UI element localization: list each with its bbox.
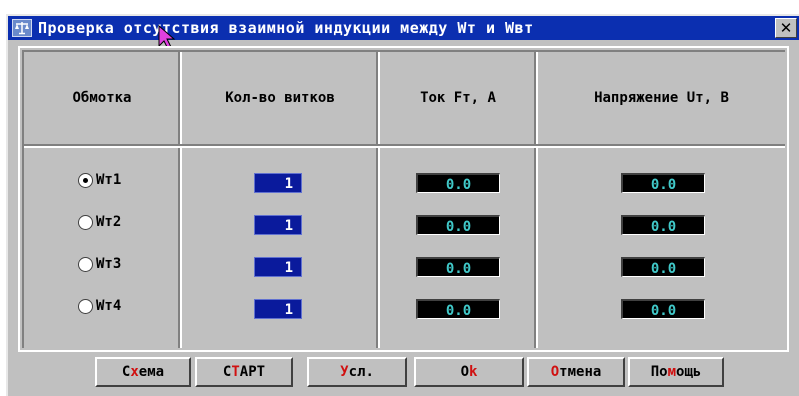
header-turns: Кол-во витков: [225, 90, 335, 106]
radio-winding-2[interactable]: Wт2: [78, 214, 121, 230]
header-current: Ток Fт, А: [420, 90, 496, 106]
radio-checked-icon[interactable]: [78, 172, 93, 188]
conditions-button[interactable]: Усл.: [307, 357, 407, 387]
help-button[interactable]: Помощь: [628, 357, 724, 387]
close-button[interactable]: ✕: [775, 18, 797, 38]
radio-winding-1[interactable]: Wт1: [78, 172, 121, 188]
button-label-char: С: [121, 364, 131, 380]
winding-label: Wт1: [96, 172, 122, 188]
header-winding: Обмотка: [72, 90, 132, 106]
button-label-char: о: [676, 364, 685, 380]
button-label-char: а: [592, 364, 602, 380]
current-readout: 0.0: [416, 299, 500, 319]
title-bar[interactable]: Проверка отсутствия взаимной индукции ме…: [8, 16, 799, 40]
balance-scale-icon: [12, 19, 32, 37]
button-label-char: щ: [684, 364, 693, 380]
button-label-char: е: [138, 364, 148, 380]
window-title: Проверка отсутствия взаимной индукции ме…: [38, 19, 534, 37]
ok-button[interactable]: Ok: [414, 357, 524, 387]
button-label-char: м: [567, 364, 576, 380]
voltage-readout: 0.0: [621, 257, 705, 277]
voltage-readout: 0.0: [621, 173, 705, 193]
hotkey-letter: х: [130, 364, 139, 380]
background-strip: [0, 0, 799, 14]
turns-field[interactable]: 1: [254, 257, 302, 277]
button-label-char: ь: [692, 364, 702, 380]
cancel-button[interactable]: Отмена: [527, 357, 625, 387]
button-label-char: л: [357, 364, 366, 380]
turns-field[interactable]: 1: [254, 173, 302, 193]
button-label-char: Р: [248, 364, 257, 380]
voltage-readout: 0.0: [621, 299, 705, 319]
windings-panel: Обмотка Кол-во витков Ток Fт, А Напряжен…: [18, 46, 789, 352]
button-label-char: Т: [256, 364, 266, 380]
radio-unchecked-icon[interactable]: [78, 214, 93, 230]
button-label-char: н: [584, 364, 593, 380]
windings-table: Обмотка Кол-во витков Ток Fт, А Напряжен…: [22, 50, 785, 348]
radio-winding-3[interactable]: Wт3: [78, 256, 121, 272]
button-label-char: А: [239, 364, 249, 380]
winding-label: Wт2: [96, 214, 122, 230]
hotkey-letter: k: [469, 364, 478, 380]
hotkey-letter: м: [667, 364, 676, 380]
radio-winding-4[interactable]: Wт4: [78, 298, 121, 314]
hotkey-letter: Т: [231, 364, 240, 380]
button-label-char: о: [659, 364, 668, 380]
current-readout: 0.0: [416, 215, 500, 235]
button-label-char: П: [650, 364, 660, 380]
hotkey-letter: У: [340, 364, 349, 380]
button-label-char: .: [365, 364, 374, 380]
button-label-char: с: [348, 364, 357, 380]
scheme-button[interactable]: Схема: [95, 357, 191, 387]
button-label-char: С: [222, 364, 232, 380]
button-label-char: т: [559, 364, 568, 380]
button-label-char: а: [155, 364, 165, 380]
button-label-char: м: [147, 364, 156, 380]
start-button[interactable]: СТАРТ: [195, 357, 293, 387]
current-readout: 0.0: [416, 257, 500, 277]
turns-field[interactable]: 1: [254, 299, 302, 319]
button-label-char: е: [576, 364, 585, 380]
dialog-window: Проверка отсутствия взаимной индукции ме…: [6, 14, 799, 396]
button-label-char: O: [460, 364, 469, 380]
turns-field[interactable]: 1: [254, 215, 302, 235]
voltage-readout: 0.0: [621, 215, 705, 235]
radio-unchecked-icon[interactable]: [78, 256, 93, 272]
winding-label: Wт3: [96, 256, 122, 272]
hotkey-letter: О: [550, 364, 560, 380]
header-voltage: Напряжение Uт, В: [594, 90, 729, 106]
radio-unchecked-icon[interactable]: [78, 298, 93, 314]
close-icon: ✕: [779, 19, 793, 37]
winding-label: Wт4: [96, 298, 122, 314]
current-readout: 0.0: [416, 173, 500, 193]
